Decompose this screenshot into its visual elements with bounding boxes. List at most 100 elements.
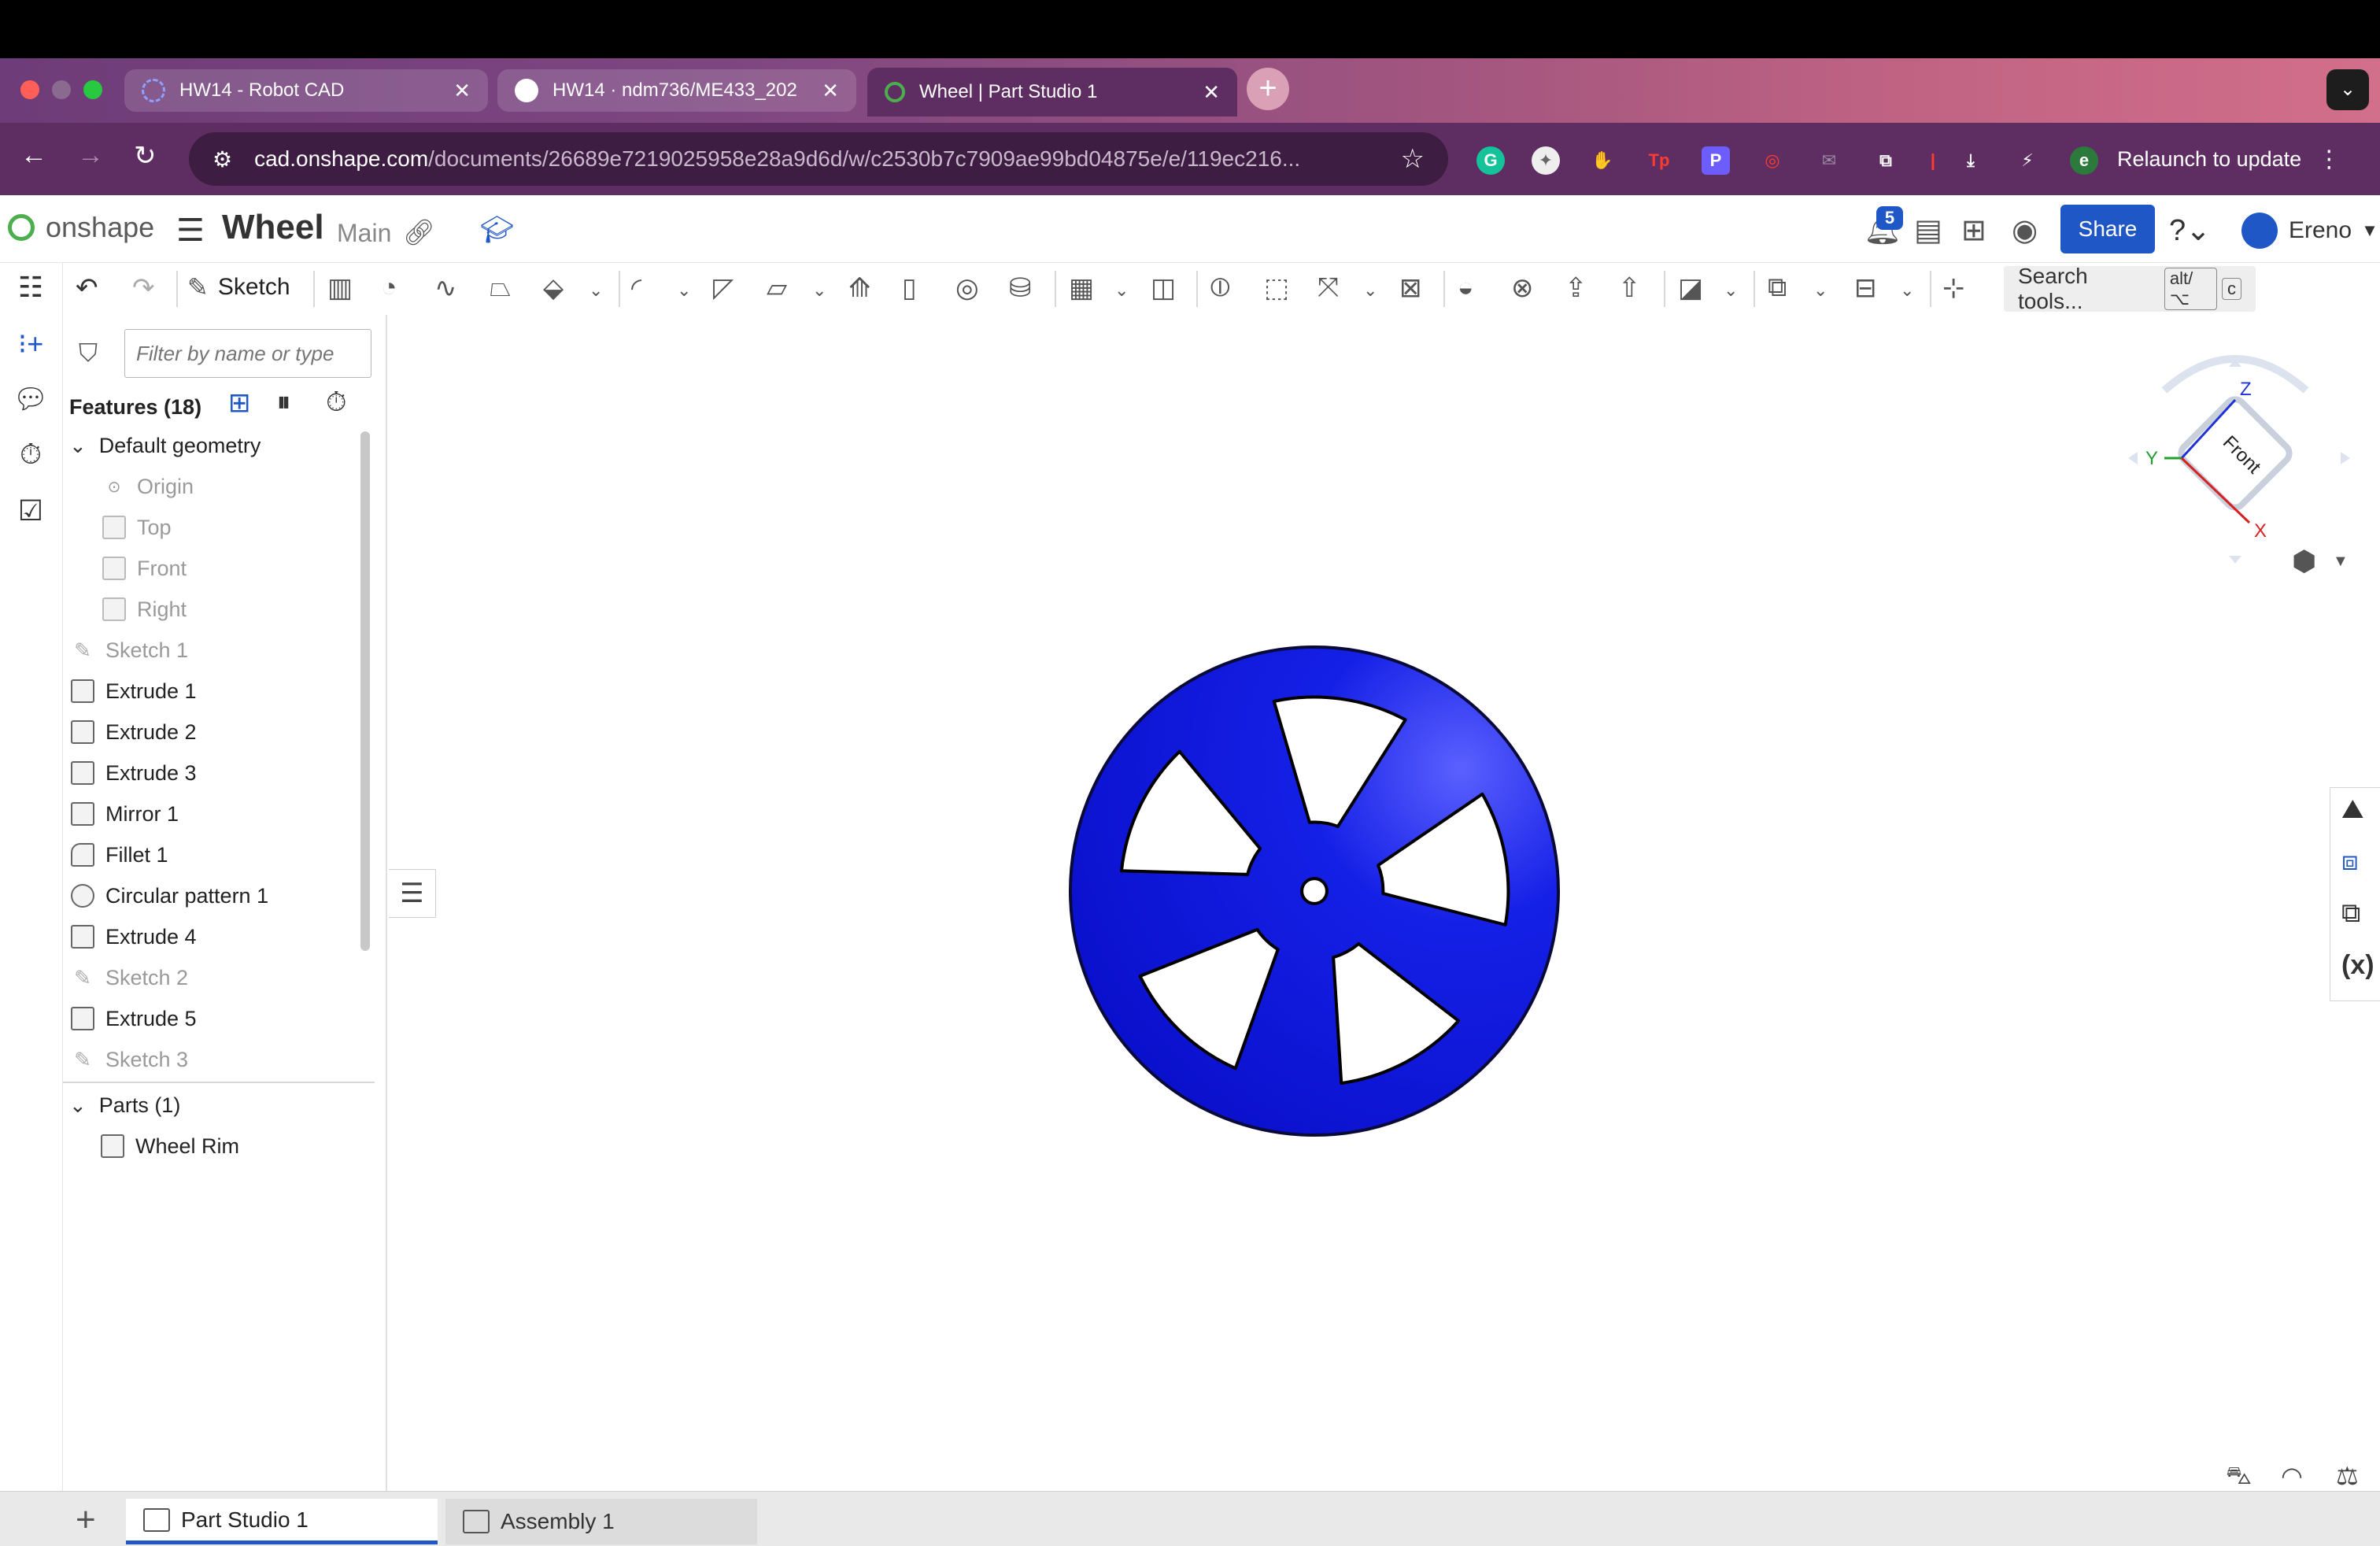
thicken-icon[interactable]: ⬙: [543, 272, 564, 304]
rib-icon[interactable]: ⟰: [848, 272, 871, 304]
feature-item-extrude[interactable]: Extrude 2: [71, 712, 370, 753]
browser-tab[interactable]: HW14 - Robot CAD ✕: [124, 69, 488, 112]
mates-icon[interactable]: ⧉: [2341, 898, 2360, 929]
chevron-down-icon[interactable]: ⌄: [1724, 280, 1738, 301]
delete-part-icon[interactable]: ⊠: [1399, 272, 1422, 304]
sheet-metal-icon[interactable]: ⧉: [1768, 272, 1787, 303]
hand-extension-icon[interactable]: ✋: [1588, 146, 1617, 175]
user-menu[interactable]: Ereno ▼: [2241, 213, 2378, 249]
back-arrow-icon[interactable]: ←: [20, 140, 47, 171]
redo-icon[interactable]: ↷: [132, 272, 155, 304]
new-tab-button[interactable]: +: [1247, 68, 1289, 110]
feature-item-extrude[interactable]: Extrude 4: [71, 916, 370, 957]
undo-icon[interactable]: ↶: [76, 272, 98, 304]
onshape-logo[interactable]: onshape: [8, 211, 154, 244]
comments-icon[interactable]: 💬︎: [13, 383, 49, 416]
feature-filter-input[interactable]: [124, 329, 371, 378]
feature-item-extrude[interactable]: Extrude 5: [71, 998, 370, 1039]
extrude-icon[interactable]: ▥: [327, 272, 353, 304]
search-tools-input[interactable]: Search tools... alt/⌥ c: [2004, 264, 2256, 313]
cylinder-icon[interactable]: ⛁: [1009, 272, 1032, 304]
tasks-icon[interactable]: ▤: [1914, 213, 1942, 248]
feature-item-extrude[interactable]: Extrude 1: [71, 671, 370, 712]
stopwatch-icon[interactable]: ⏱: [326, 387, 347, 418]
chevron-down-icon[interactable]: ⌄: [1813, 280, 1828, 301]
site-settings-icon[interactable]: ⚙: [213, 146, 232, 172]
grammarly-icon[interactable]: G: [1476, 146, 1505, 175]
feature-item-extrude[interactable]: Extrude 3: [71, 753, 370, 793]
plane-icon[interactable]: ◪: [1678, 272, 1703, 304]
education-icon[interactable]: 🎓︎: [480, 214, 514, 246]
frame-icon[interactable]: ⊟: [1854, 272, 1877, 304]
tab-search-button[interactable]: ⌄: [2326, 69, 2369, 110]
mirror-icon[interactable]: ◫: [1151, 272, 1176, 304]
help-icon[interactable]: ?⌄: [2169, 213, 2211, 248]
sweep-icon[interactable]: ∿: [434, 272, 457, 304]
chevron-down-icon[interactable]: ⌄: [1114, 280, 1129, 301]
variables-icon[interactable]: (x): [2341, 950, 2374, 981]
record-extension-icon[interactable]: ◎: [1758, 146, 1787, 175]
address-bar[interactable]: ⚙ cad.onshape.com /documents/26689e72190…: [189, 132, 1448, 186]
feature-item-right-plane[interactable]: Right: [102, 589, 401, 630]
chevron-down-icon[interactable]: ⌄: [1363, 280, 1377, 301]
link-icon[interactable]: 🔗︎: [403, 217, 435, 247]
hole-icon[interactable]: ◎: [955, 272, 979, 304]
collapse-feature-panel-button[interactable]: ☰: [389, 869, 436, 918]
split-icon[interactable]: ⬚: [1264, 272, 1289, 304]
feature-item-fillet[interactable]: Fillet 1: [71, 834, 370, 875]
browser-tab-active[interactable]: Wheel | Part Studio 1 ✕: [867, 68, 1237, 117]
feature-item-mirror[interactable]: Mirror 1: [71, 793, 370, 834]
chevron-down-icon[interactable]: ⌄: [1900, 280, 1914, 301]
download-icon[interactable]: ⤓: [1957, 146, 1985, 175]
transform-icon[interactable]: ⤧: [1318, 272, 1339, 303]
chevron-down-icon[interactable]: ⌄: [812, 280, 826, 301]
twitch-extension-icon[interactable]: P: [1702, 146, 1730, 175]
chamfer-icon[interactable]: ◸: [713, 272, 734, 304]
tab-assembly[interactable]: Assembly 1: [445, 1499, 757, 1544]
feature-item-top-plane[interactable]: Top: [102, 507, 401, 548]
chevron-down-icon[interactable]: ⌄: [69, 434, 87, 458]
revolve-icon[interactable]: ◔: [381, 272, 397, 303]
app-store-icon[interactable]: ⊞: [1961, 213, 1986, 248]
close-icon[interactable]: ✕: [453, 79, 471, 103]
parts-group[interactable]: ⌄ Parts (1): [69, 1085, 368, 1126]
feature-list-scrollbar[interactable]: [360, 431, 370, 951]
linear-pattern-icon[interactable]: ▦: [1069, 272, 1094, 304]
profile-avatar[interactable]: e: [2070, 146, 2098, 175]
feature-group-default-geometry[interactable]: ⌄ Default geometry: [69, 425, 368, 466]
shell-icon[interactable]: ▯: [902, 272, 917, 304]
browser-tab[interactable]: HW14 · ndm736/ME433_202 ✕: [497, 69, 856, 112]
feature-item-sketch[interactable]: ✎ Sketch 1: [71, 630, 370, 671]
close-icon[interactable]: ✕: [1203, 80, 1220, 105]
modify-fillet-icon[interactable]: ◒: [1458, 272, 1474, 303]
pause-icon[interactable]: ⏸: [277, 387, 290, 418]
configurations-icon[interactable]: ⧈: [2341, 846, 2359, 877]
performance-icon[interactable]: ⚡: [2013, 146, 2042, 175]
tp-extension-icon[interactable]: Tp: [1645, 146, 1673, 175]
sketch-button[interactable]: ✎ Sketch: [187, 272, 290, 302]
feature-item-circular-pattern[interactable]: Circular pattern 1: [71, 875, 370, 916]
checklist-icon[interactable]: ☑: [13, 494, 49, 527]
relaunch-button[interactable]: Relaunch to update ⋮: [2117, 139, 2341, 179]
bookmark-star-icon[interactable]: ☆: [1401, 143, 1425, 175]
variables-icon[interactable]: ⁝+: [13, 327, 49, 361]
maximize-window-button[interactable]: [83, 80, 102, 99]
puzzle-icon[interactable]: ⧉: [1872, 146, 1900, 175]
feature-item-sketch[interactable]: ✎ Sketch 3: [71, 1039, 370, 1080]
chevron-down-icon[interactable]: ⌄: [677, 280, 691, 301]
close-window-button[interactable]: [20, 80, 39, 99]
wheel-rim-part[interactable]: [1067, 644, 1561, 1138]
extension-icon[interactable]: ✦: [1532, 146, 1560, 175]
part-item[interactable]: Wheel Rim: [101, 1126, 400, 1167]
branch-name[interactable]: Main: [337, 219, 391, 248]
measure-icon[interactable]: ◠: [2281, 1461, 2303, 1491]
history-icon[interactable]: ⏱: [13, 438, 49, 472]
filter-icon[interactable]: ⛉: [79, 338, 98, 368]
chevron-down-icon[interactable]: ▼: [2333, 553, 2349, 571]
section-view-icon[interactable]: ⛍: [2226, 1461, 2252, 1493]
mass-properties-icon[interactable]: ⚖: [2336, 1461, 2359, 1491]
add-element-button[interactable]: +: [76, 1500, 96, 1540]
panel-divider[interactable]: [63, 1082, 375, 1083]
fillet-icon[interactable]: ◜: [631, 272, 641, 304]
view-options-cube-icon[interactable]: ⬢: [2292, 545, 2316, 578]
